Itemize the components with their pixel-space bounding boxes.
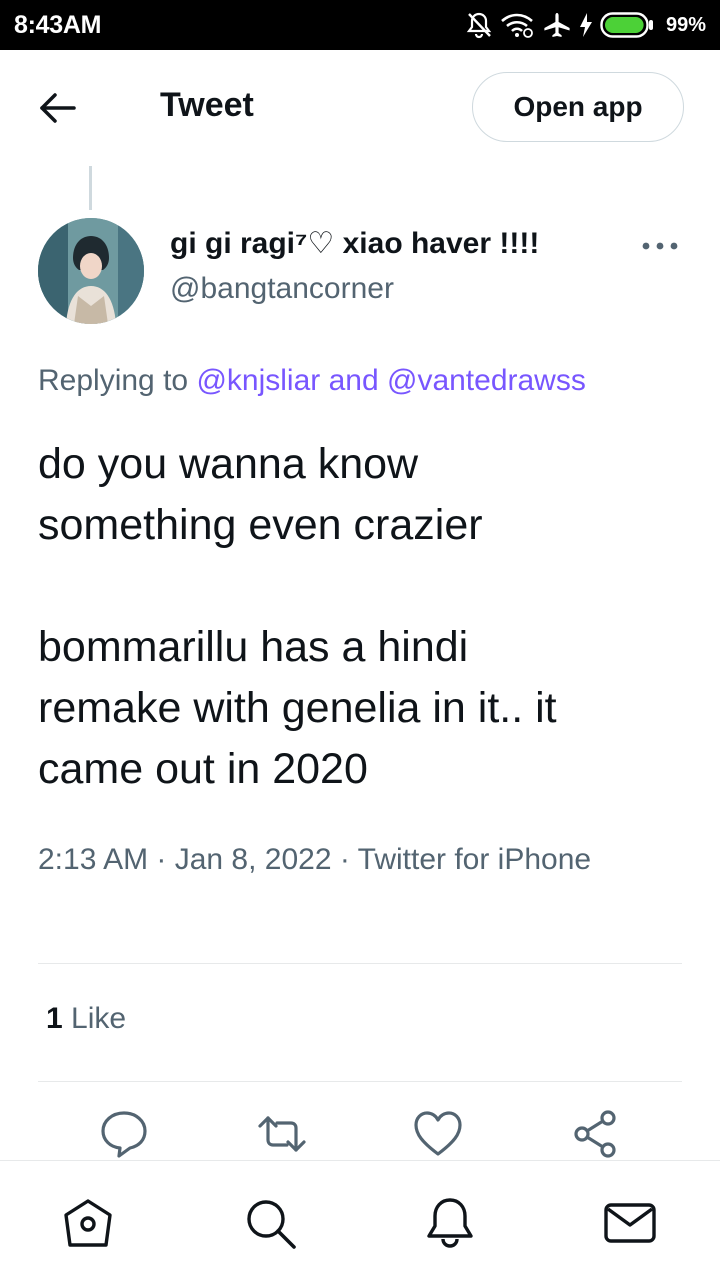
like-icon xyxy=(414,1111,462,1156)
tweet-timestamp[interactable]: 2:13 AM · Jan 8, 2022 · Twitter for iPho… xyxy=(38,838,598,882)
airplane-mode-icon xyxy=(544,13,570,37)
notifications-muted-icon xyxy=(466,12,492,39)
mention-joiner[interactable]: and xyxy=(320,364,387,397)
status-bar: 8:43AM 99% xyxy=(0,0,720,50)
like-button[interactable] xyxy=(412,1108,464,1160)
home-icon xyxy=(64,1199,112,1247)
status-icons: 99% xyxy=(466,11,706,39)
thread-connector-line xyxy=(89,166,92,210)
share-button[interactable] xyxy=(570,1108,622,1160)
wifi-icon xyxy=(501,13,533,38)
bottom-navigation xyxy=(0,1160,720,1280)
author-handle[interactable]: @bangtancorner xyxy=(170,272,394,306)
divider xyxy=(38,963,682,964)
mention-link[interactable]: @vantedrawss xyxy=(387,364,586,397)
tweet-actions xyxy=(0,1108,720,1160)
battery-icon xyxy=(600,12,653,38)
back-arrow-icon xyxy=(40,93,76,123)
avatar-image xyxy=(38,218,144,324)
nav-search[interactable] xyxy=(242,1195,298,1251)
avatar[interactable] xyxy=(38,218,144,324)
page-title: Tweet xyxy=(160,86,254,124)
likes-count[interactable]: 1 Like xyxy=(46,1002,126,1036)
reply-icon xyxy=(101,1111,147,1158)
charging-icon xyxy=(579,13,592,37)
search-icon xyxy=(247,1200,296,1249)
share-icon xyxy=(574,1110,616,1158)
mention-link[interactable]: @knjsliar xyxy=(196,364,320,397)
tweet-screen: 8:43AM 99% Tweet Open app gi gi ragi⁷♡ x… xyxy=(0,0,720,1280)
back-button[interactable] xyxy=(38,90,78,126)
status-time: 8:43AM xyxy=(14,10,102,39)
nav-home[interactable] xyxy=(60,1195,116,1251)
retweet-button[interactable] xyxy=(256,1108,308,1160)
top-bar: Tweet Open app xyxy=(0,50,720,166)
reply-button[interactable] xyxy=(98,1108,150,1160)
author-name[interactable]: gi gi ragi⁷♡ xiao haver !!!! xyxy=(170,226,539,261)
more-icon xyxy=(642,242,678,250)
replying-to: Replying to @knjsliar and @vantedrawss xyxy=(38,364,586,398)
like-count-number: 1 xyxy=(46,1002,63,1035)
battery-percent: 99% xyxy=(665,13,706,36)
messages-icon xyxy=(604,1203,656,1243)
nav-messages[interactable] xyxy=(602,1195,658,1251)
notifications-icon xyxy=(427,1198,473,1248)
nav-notifications[interactable] xyxy=(422,1195,478,1251)
replying-prefix: Replying to xyxy=(38,364,197,397)
more-options-button[interactable] xyxy=(640,234,680,258)
retweet-icon xyxy=(258,1116,306,1152)
open-app-button[interactable]: Open app xyxy=(472,72,684,142)
tweet-text: do you wanna know something even crazier… xyxy=(38,440,557,793)
like-count-label: Like xyxy=(62,1002,127,1035)
divider xyxy=(38,1081,682,1082)
